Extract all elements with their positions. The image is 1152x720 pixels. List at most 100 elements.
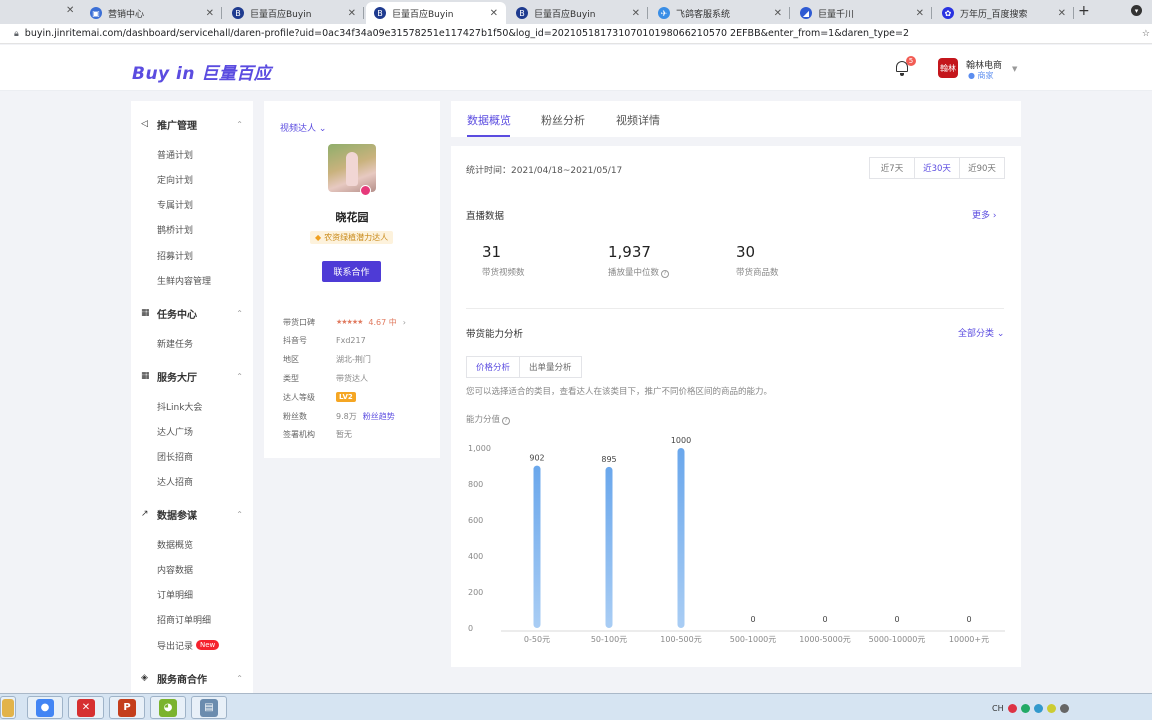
segment-order-analysis[interactable]: 出单量分析 — [520, 357, 581, 377]
close-icon[interactable]: ✕ — [632, 8, 640, 19]
sidebar-item-label: 数据概览 — [157, 540, 194, 551]
sidebar-item[interactable]: 抖Link大会 — [157, 399, 202, 413]
taskbar-app-wechat[interactable]: ◕ — [150, 696, 186, 719]
chevron-down-icon[interactable]: ▼ — [1012, 65, 1017, 73]
taskbar-app-xmind[interactable]: ✕ — [68, 696, 104, 719]
sidebar-item[interactable]: 达人广场 — [157, 424, 193, 438]
sidebar-item[interactable]: 专属计划 — [157, 198, 193, 212]
browser-tab[interactable]: ◢ 巨量千川 ✕ — [792, 2, 932, 24]
nav-group[interactable]: ◈ 服务商合作 ⌃ — [131, 669, 253, 687]
browser-tab[interactable]: B 巨量百应Buyin ✕ — [508, 2, 648, 24]
all-categories-dropdown[interactable]: 全部分类 ⌄ — [958, 326, 1004, 339]
taskbar-app-powerpoint[interactable]: P — [109, 696, 145, 719]
sidebar-item-label: 专属计划 — [157, 201, 194, 212]
close-icon[interactable]: ✕ — [66, 5, 74, 16]
sidebar-item[interactable]: 普通计划 — [157, 147, 193, 161]
sidebar-item[interactable]: 达人招商 — [157, 475, 193, 489]
tab-fans-analysis[interactable]: 粉丝分析 — [541, 112, 585, 128]
bar-data-label: 1000 — [671, 436, 691, 445]
x-tick-label: 500-1000元 — [730, 635, 777, 644]
sidebar-item[interactable]: 订单明细 — [157, 588, 193, 602]
close-icon[interactable]: ✕ — [916, 8, 924, 19]
shop-role-tag: ● 商家 — [968, 71, 994, 80]
nav-group[interactable]: ▦ 任务中心 ⌃ — [131, 304, 253, 322]
role-select[interactable]: 视频达人 ⌄ — [280, 121, 326, 134]
info-icon[interactable]: ? — [502, 417, 511, 425]
tab-separator — [221, 7, 222, 19]
browser-tab[interactable]: ✈ 飞鸽客服系统 ✕ — [650, 2, 790, 24]
tab-data-overview[interactable]: 数据概览 — [467, 112, 511, 128]
input-method-indicator[interactable]: CH — [992, 704, 1004, 713]
url-text[interactable]: buyin.jinritemai.com/dashboard/serviceha… — [25, 28, 909, 39]
start-button[interactable] — [0, 696, 16, 719]
close-icon[interactable]: ✕ — [206, 8, 214, 19]
divider — [466, 308, 1004, 309]
lock-icon[interactable]: 🔒︎ — [14, 29, 19, 39]
bar[interactable] — [677, 448, 685, 628]
sidebar-item[interactable]: 定向计划 — [157, 172, 193, 186]
taskbar-app-chrome[interactable]: ● — [27, 696, 63, 719]
nav-group-label: 服务大厅 — [157, 372, 197, 384]
close-icon[interactable]: ✕ — [348, 8, 356, 19]
range-90d[interactable]: 近90天 — [960, 158, 1004, 178]
shop-avatar[interactable]: 翰林 — [938, 58, 958, 78]
close-icon[interactable]: ✕ — [490, 8, 498, 19]
profile-row-value: 暂无 — [336, 430, 352, 440]
buyin-logo[interactable]: Buy in 巨量百应 — [132, 59, 271, 84]
chevron-up-icon: ⌃ — [236, 673, 243, 683]
nav-group[interactable]: ◁ 推广管理 ⌃ — [131, 115, 253, 133]
fans-trend-link[interactable]: 粉丝趋势 — [363, 411, 395, 422]
bookmark-star-icon[interactable]: ☆ — [1142, 29, 1150, 39]
bar[interactable] — [533, 465, 541, 628]
browser-tab[interactable]: ✿ 万年历_百度搜索 ✕ — [934, 2, 1074, 24]
x-tick-label: 1000-5000元 — [799, 635, 851, 644]
network-icon[interactable] — [1033, 703, 1043, 713]
sidebar-item[interactable]: 团长招商 — [157, 450, 193, 464]
nav-group[interactable]: ▦ 服务大厅 ⌃ — [131, 367, 253, 385]
profile-row-key: 签署机构 — [283, 430, 315, 440]
sidebar-item[interactable]: 新建任务 — [157, 336, 193, 350]
chevron-right-icon[interactable]: › — [403, 318, 406, 327]
browser-tab[interactable]: B 巨量百应Buyin ✕ — [224, 2, 364, 24]
ability-bar-chart: 1,000 800 600 400 200 0 902 0-50元 895 50-100元 1000… — [468, 436, 1005, 644]
sidebar-item-label: 新建任务 — [157, 339, 194, 350]
close-icon[interactable]: ✕ — [1058, 8, 1066, 19]
segment-price-analysis[interactable]: 价格分析 — [467, 357, 521, 377]
taskbar-app-notepad[interactable]: ▤ — [191, 696, 227, 719]
browser-tab[interactable]: ▣ 营销中心 ✕ — [82, 2, 222, 24]
close-icon[interactable]: ✕ — [774, 8, 782, 19]
wechat-tray-icon[interactable] — [1020, 703, 1030, 713]
profile-row-key: 粉丝数 — [283, 411, 307, 421]
sidebar-item[interactable]: 数据概览 — [157, 537, 193, 551]
sidebar-item[interactable]: 内容数据 — [157, 562, 193, 576]
sidebar-item[interactable]: 导出记录 New — [157, 638, 220, 652]
range-7d[interactable]: 近7天 — [870, 158, 915, 178]
browser-tab[interactable]: B 巨量百应Buyin ✕ — [366, 2, 506, 24]
security-tray-icon[interactable] — [1046, 703, 1056, 713]
volume-icon[interactable] — [1059, 703, 1069, 713]
sidebar-item[interactable]: 生鲜内容管理 — [157, 274, 211, 288]
bar[interactable] — [605, 466, 613, 628]
profile-row-value: 湖北-荆门 — [336, 355, 371, 365]
sidebar-item[interactable]: 鹊桥计划 — [157, 223, 193, 237]
range-30d[interactable]: 近30天 — [915, 158, 960, 178]
data-overview-panel: 统计时间：2021/04/18~2021/05/17 近7天 近30天 近90天… — [451, 146, 1021, 667]
more-link[interactable]: 更多 › — [972, 208, 997, 221]
grid-icon: ▦ — [141, 308, 150, 318]
new-tab-button[interactable]: + — [1078, 3, 1090, 19]
tab-search-icon[interactable]: ▾ — [1131, 5, 1142, 16]
info-icon[interactable]: ? — [661, 270, 670, 278]
x-tick-label: 0-50元 — [524, 635, 550, 644]
bar-data-label: 0 — [822, 615, 827, 624]
nav-group[interactable]: ↗ 数据参谋 ⌃ — [131, 505, 253, 523]
tab-video-details[interactable]: 视频详情 — [616, 112, 660, 128]
tray-app-icon[interactable] — [1007, 703, 1017, 713]
profile-row: 地区 湖北-荆门 — [283, 354, 371, 366]
sidebar-item[interactable]: 招募计划 — [157, 248, 193, 262]
metric-play-median-label-wrap: 播放量中位数? — [608, 266, 670, 278]
contact-cooperation-button[interactable]: 联系合作 — [322, 261, 381, 282]
address-bar[interactable]: 🔒︎ buyin.jinritemai.com/dashboard/servic… — [0, 24, 1152, 44]
notification-count-badge: 5 — [906, 56, 916, 66]
sidebar-item-label: 达人招商 — [157, 478, 194, 489]
sidebar-item[interactable]: 招商订单明细 — [157, 613, 211, 627]
